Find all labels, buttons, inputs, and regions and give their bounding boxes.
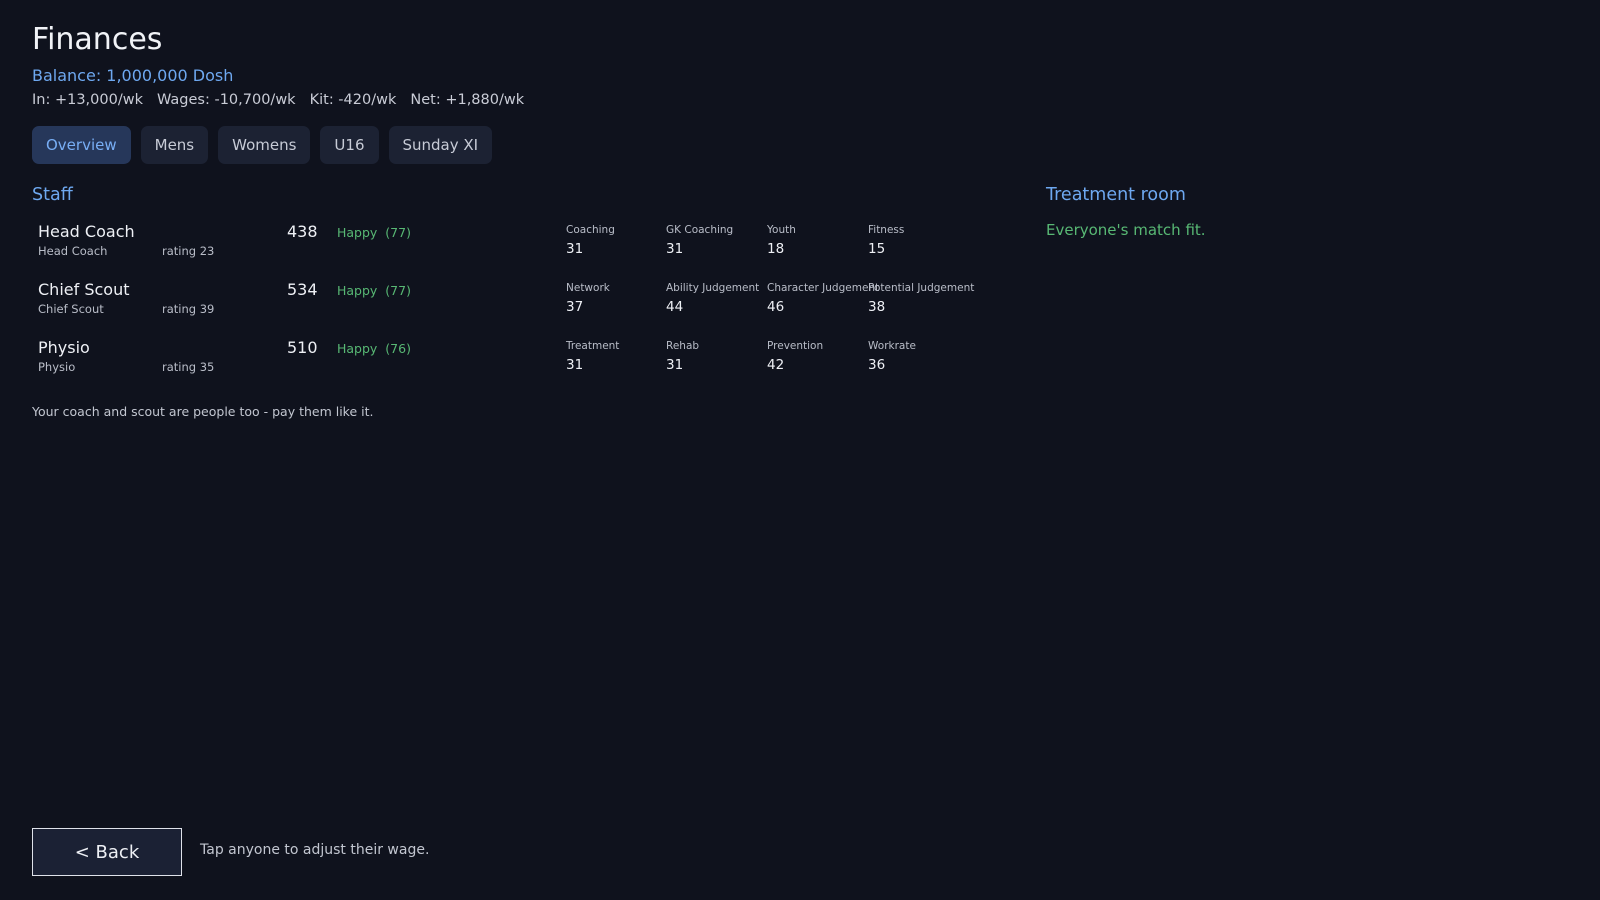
- stat-value: 38: [868, 299, 886, 315]
- finance-summary: In: +13,000/wk Wages: -10,700/wk Kit: -4…: [32, 92, 524, 108]
- squad-tabs: Overview Mens Womens U16 Sunday XI: [32, 126, 493, 164]
- tab-overview[interactable]: Overview: [32, 126, 131, 164]
- staff-rating: rating 35: [162, 360, 215, 374]
- staff-section-title: Staff: [32, 185, 73, 205]
- staff-wage: 534: [287, 280, 318, 299]
- balance-text: Balance: 1,000,000 Dosh: [32, 66, 234, 85]
- stat-value: 15: [868, 241, 886, 257]
- page-title: Finances: [32, 22, 163, 57]
- treatment-status: Everyone's match fit.: [1046, 221, 1206, 239]
- staff-role: Head Coach: [38, 244, 108, 258]
- footer-hint: Tap anyone to adjust their wage.: [200, 842, 430, 858]
- staff-hint: Your coach and scout are people too - pa…: [32, 404, 374, 419]
- staff-stat: Workrate 36: [868, 340, 998, 373]
- staff-name: Chief Scout: [38, 280, 130, 299]
- tab-womens[interactable]: Womens: [218, 126, 311, 164]
- kit-text: Kit: -420/wk: [309, 92, 397, 108]
- staff-wage: 510: [287, 338, 318, 357]
- tab-sunday-xi[interactable]: Sunday XI: [388, 126, 493, 164]
- stat-label: Potential Judgement: [868, 282, 975, 294]
- staff-stat: Fitness 15: [868, 224, 998, 257]
- tab-u16[interactable]: U16: [320, 126, 379, 164]
- mood-label: Happy: [337, 341, 378, 356]
- mood-label: Happy: [337, 225, 378, 240]
- staff-row-chief-scout[interactable]: Chief Scout Chief Scout rating 39 534 Ha…: [38, 280, 998, 334]
- stat-label: Fitness: [868, 224, 905, 236]
- finances-screen: Finances Balance: 1,000,000 Dosh In: +13…: [0, 0, 1600, 900]
- staff-name: Head Coach: [38, 222, 135, 241]
- staff-stat: Potential Judgement 38: [868, 282, 998, 315]
- net-text: Net: +1,880/wk: [410, 92, 525, 108]
- mood-score: (77): [385, 225, 411, 240]
- mood-score: (76): [385, 341, 411, 356]
- back-button[interactable]: < Back: [32, 828, 182, 876]
- staff-name: Physio: [38, 338, 90, 357]
- staff-mood: Happy (77): [337, 283, 411, 298]
- staff-mood: Happy (77): [337, 225, 411, 240]
- mood-label: Happy: [337, 283, 378, 298]
- mood-score: (77): [385, 283, 411, 298]
- staff-role: Chief Scout: [38, 302, 104, 316]
- staff-row-head-coach[interactable]: Head Coach Head Coach rating 23 438 Happ…: [38, 222, 998, 276]
- staff-rating: rating 39: [162, 302, 215, 316]
- wages-text: Wages: -10,700/wk: [157, 92, 296, 108]
- stat-label: Workrate: [868, 340, 916, 352]
- treatment-room-title: Treatment room: [1046, 185, 1186, 205]
- income-text: In: +13,000/wk: [32, 92, 143, 108]
- staff-mood: Happy (76): [337, 341, 411, 356]
- staff-wage: 438: [287, 222, 318, 241]
- staff-rating: rating 23: [162, 244, 215, 258]
- stat-value: 36: [868, 357, 886, 373]
- staff-row-physio[interactable]: Physio Physio rating 35 510 Happy (76) T…: [38, 338, 998, 392]
- staff-role: Physio: [38, 360, 76, 374]
- tab-mens[interactable]: Mens: [140, 126, 209, 164]
